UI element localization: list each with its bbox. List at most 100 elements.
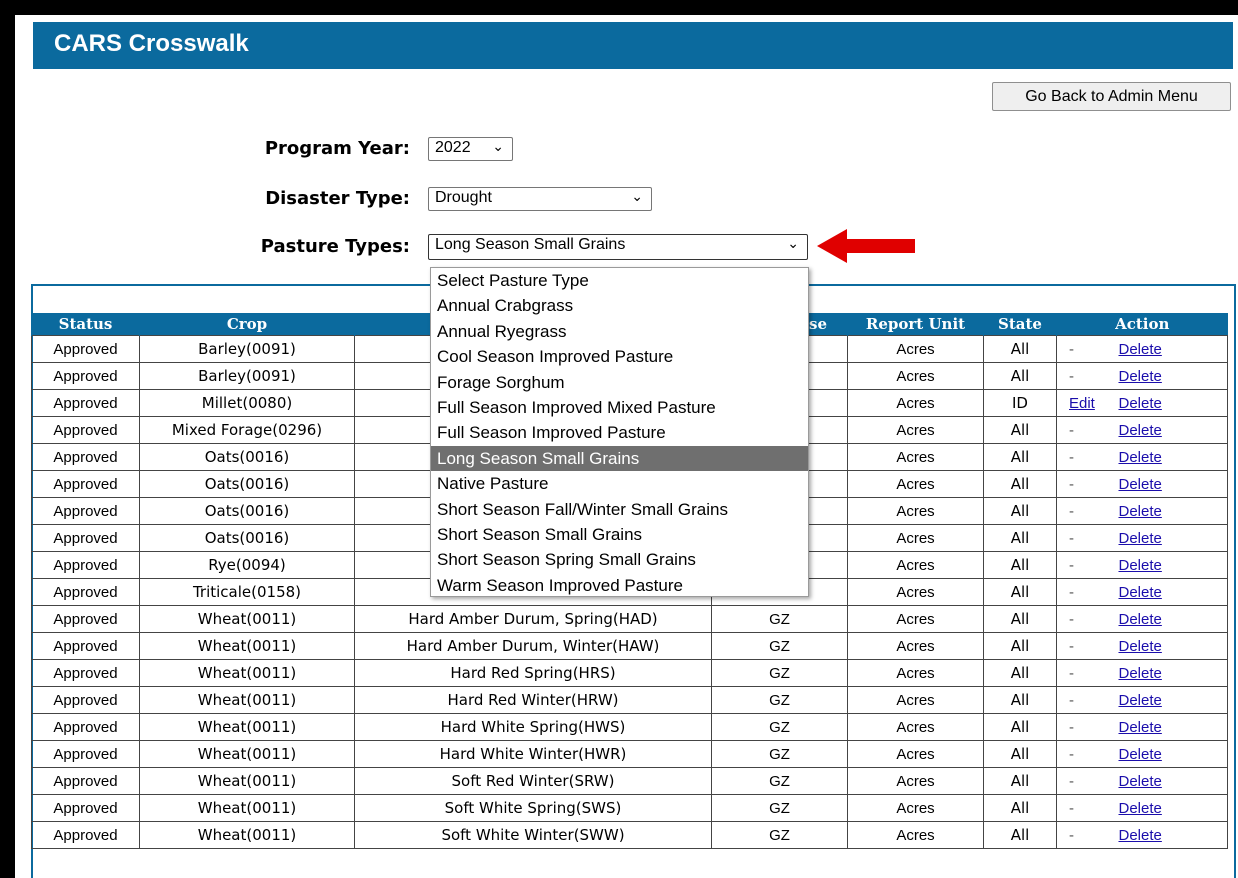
delete-link[interactable]: Delete xyxy=(1115,719,1166,736)
delete-link[interactable]: Delete xyxy=(1115,341,1166,358)
edit-unavailable: - xyxy=(1069,692,1074,709)
delete-cell: Delete xyxy=(1106,821,1228,849)
crop-cell: Wheat(0011) xyxy=(139,767,355,795)
delete-link[interactable]: Delete xyxy=(1115,476,1166,493)
delete-cell: Delete xyxy=(1106,767,1228,795)
edit-cell: - xyxy=(1056,821,1107,849)
dropdown-option[interactable]: Annual Crabgrass xyxy=(431,293,808,318)
table-row: Approved Wheat(0011) Hard White Winter(HWR… xyxy=(31,740,1228,768)
dropdown-option[interactable]: Select Pasture Type xyxy=(431,268,808,293)
crop-cell: Rye(0094) xyxy=(139,551,355,579)
program-year-label: Program Year: xyxy=(264,138,410,159)
delete-link[interactable]: Delete xyxy=(1115,638,1166,655)
dropdown-option[interactable]: Short Season Spring Small Grains xyxy=(431,547,808,572)
dropdown-option[interactable]: Warm Season Improved Pasture xyxy=(431,573,808,598)
delete-link[interactable]: Delete xyxy=(1115,395,1166,412)
crop-cell: Oats(0016) xyxy=(139,470,355,498)
crop-cell: Oats(0016) xyxy=(139,443,355,471)
edit-link[interactable]: Edit xyxy=(1069,395,1095,412)
edit-unavailable: - xyxy=(1069,611,1074,628)
edit-unavailable: - xyxy=(1069,773,1074,790)
use-cell: GZ xyxy=(711,632,848,660)
state-cell: All xyxy=(983,524,1057,552)
pasture-types-label: Pasture Types: xyxy=(260,236,410,257)
chevron-down-icon: ⌄ xyxy=(492,138,504,154)
table-row: Approved Wheat(0011) Hard Amber Durum, Spr… xyxy=(31,605,1228,633)
status-cell: Approved xyxy=(31,794,140,822)
delete-link[interactable]: Delete xyxy=(1115,449,1166,466)
table-row: Approved Wheat(0011) Hard Red Winter(HRW) G… xyxy=(31,686,1228,714)
pasture-types-select[interactable]: Long Season Small Grains ⌄ xyxy=(428,234,808,260)
column-header-state: State xyxy=(983,313,1057,336)
edit-cell: - xyxy=(1056,551,1107,579)
state-cell: All xyxy=(983,605,1057,633)
delete-cell: Delete xyxy=(1106,497,1228,525)
delete-link[interactable]: Delete xyxy=(1115,611,1166,628)
state-cell: All xyxy=(983,443,1057,471)
dropdown-option[interactable]: Long Season Small Grains xyxy=(431,445,808,472)
crop-cell: Barley(0091) xyxy=(139,335,355,363)
dropdown-option[interactable]: Full Season Improved Pasture xyxy=(431,420,808,445)
delete-link[interactable]: Delete xyxy=(1115,665,1166,682)
edit-cell: - xyxy=(1056,794,1107,822)
table-row: Approved Wheat(0011) Soft White Spring(SWS… xyxy=(31,794,1228,822)
delete-link[interactable]: Delete xyxy=(1115,746,1166,763)
edit-unavailable: - xyxy=(1069,719,1074,736)
red-arrow-icon xyxy=(817,229,915,263)
crop-cell: Wheat(0011) xyxy=(139,821,355,849)
edit-cell: - xyxy=(1056,605,1107,633)
delete-link[interactable]: Delete xyxy=(1115,692,1166,709)
dropdown-option[interactable]: Short Season Fall/Winter Small Grains xyxy=(431,497,808,522)
program-year-select[interactable]: 2022 ⌄ xyxy=(428,137,513,161)
edit-unavailable: - xyxy=(1069,827,1074,844)
use-cell: GZ xyxy=(711,740,848,768)
type-cell: Hard White Spring(HWS) xyxy=(354,713,712,741)
type-cell: Soft White Spring(SWS) xyxy=(354,794,712,822)
delete-cell: Delete xyxy=(1106,578,1228,606)
edit-unavailable: - xyxy=(1069,665,1074,682)
delete-link[interactable]: Delete xyxy=(1115,422,1166,439)
type-cell: Soft Red Winter(SRW) xyxy=(354,767,712,795)
dropdown-option[interactable]: Forage Sorghum xyxy=(431,370,808,395)
back-to-admin-menu-button[interactable]: Go Back to Admin Menu xyxy=(992,82,1231,111)
status-cell: Approved xyxy=(31,632,140,660)
crop-cell: Wheat(0011) xyxy=(139,659,355,687)
disaster-type-select[interactable]: Drought ⌄ xyxy=(428,187,652,211)
type-cell: Hard Amber Durum, Spring(HAD) xyxy=(354,605,712,633)
delete-link[interactable]: Delete xyxy=(1115,368,1166,385)
dropdown-option[interactable]: Short Season Small Grains xyxy=(431,522,808,547)
status-cell: Approved xyxy=(31,740,140,768)
delete-link[interactable]: Delete xyxy=(1115,557,1166,574)
delete-link[interactable]: Delete xyxy=(1115,503,1166,520)
state-cell: All xyxy=(983,470,1057,498)
use-cell: GZ xyxy=(711,659,848,687)
delete-link[interactable]: Delete xyxy=(1115,800,1166,817)
disaster-type-label: Disaster Type: xyxy=(265,188,410,209)
dropdown-option[interactable]: Cool Season Improved Pasture xyxy=(431,344,808,369)
delete-link[interactable]: Delete xyxy=(1115,827,1166,844)
dropdown-option[interactable]: Annual Ryegrass xyxy=(431,319,808,344)
crop-cell: Wheat(0011) xyxy=(139,740,355,768)
status-cell: Approved xyxy=(31,713,140,741)
edit-unavailable: - xyxy=(1069,800,1074,817)
status-cell: Approved xyxy=(31,443,140,471)
delete-link[interactable]: Delete xyxy=(1115,584,1166,601)
edit-unavailable: - xyxy=(1069,449,1074,466)
use-cell: GZ xyxy=(711,767,848,795)
use-cell: GZ xyxy=(711,713,848,741)
delete-link[interactable]: Delete xyxy=(1115,530,1166,547)
report-unit-cell: Acres xyxy=(847,794,984,822)
column-header-status: Status xyxy=(31,313,140,336)
delete-link[interactable]: Delete xyxy=(1115,773,1166,790)
pasture-types-dropdown[interactable]: Select Pasture Type Annual Crabgrass Annua… xyxy=(430,267,809,597)
status-cell: Approved xyxy=(31,551,140,579)
delete-cell: Delete xyxy=(1106,551,1228,579)
state-cell: All xyxy=(983,497,1057,525)
crop-cell: Barley(0091) xyxy=(139,362,355,390)
crop-cell: Triticale(0158) xyxy=(139,578,355,606)
dropdown-option[interactable]: Native Pasture xyxy=(431,471,808,496)
edit-unavailable: - xyxy=(1069,341,1074,358)
status-cell: Approved xyxy=(31,686,140,714)
dropdown-option[interactable]: Full Season Improved Mixed Pasture xyxy=(431,395,808,420)
type-cell: Hard Red Winter(HRW) xyxy=(354,686,712,714)
